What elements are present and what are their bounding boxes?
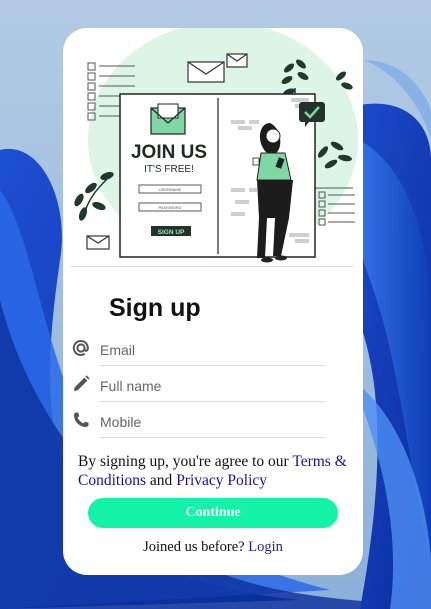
continue-button[interactable]: Continue <box>88 498 338 528</box>
divider <box>71 266 353 267</box>
open-mail-icon <box>150 103 186 135</box>
terms-prefix: By signing up, you're agree to our <box>78 453 293 470</box>
login-link[interactable]: Login <box>248 539 283 555</box>
fullname-field <box>71 368 326 402</box>
terms-middle: and <box>146 472 177 489</box>
email-input[interactable] <box>100 332 325 366</box>
pencil-icon <box>74 375 90 391</box>
signup-card: JOIN US IT'S FREE! USERNAME PASSWORD SIG… <box>63 28 363 575</box>
terms-text: By signing up, you're agree to our Terms… <box>78 452 353 490</box>
login-prompt-text: Joined us before? <box>143 539 249 555</box>
login-prompt: Joined us before? Login <box>63 539 363 556</box>
privacy-policy-link[interactable]: Privacy Policy <box>176 472 267 489</box>
illus-headline: JOIN US <box>131 142 207 163</box>
fullname-input[interactable] <box>100 368 325 402</box>
phone-icon <box>74 412 89 427</box>
illus-subline: IT'S FREE! <box>144 164 194 175</box>
page-title: Sign up <box>109 294 201 322</box>
at-icon <box>72 339 89 356</box>
join-us-illustration: JOIN US IT'S FREE! USERNAME PASSWORD SIG… <box>74 28 358 263</box>
illus-password-label: PASSWORD <box>158 205 181 210</box>
mobile-input[interactable] <box>100 404 325 438</box>
illus-username-label: USERNAME <box>159 187 182 192</box>
mobile-field <box>71 404 326 438</box>
illus-button-label: SIGN UP <box>158 229 185 236</box>
email-field <box>71 332 326 366</box>
